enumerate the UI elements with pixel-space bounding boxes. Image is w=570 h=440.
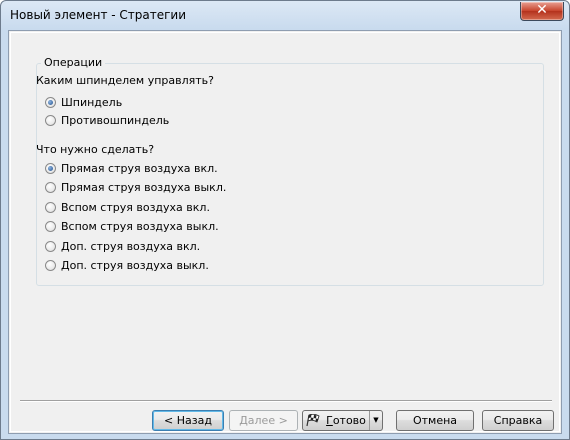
radio-direct-air-off[interactable]: Прямая струя воздуха выкл. [45, 179, 226, 195]
cancel-button[interactable]: Отмена [396, 410, 474, 431]
button-divider [20, 400, 552, 402]
radio-aux-air-on[interactable]: Вспом струя воздуха вкл. [45, 199, 210, 215]
action-question-label: Что нужно сделать? [36, 143, 155, 156]
close-button[interactable]: ✕ [520, 2, 564, 21]
spindle-question-label: Каким шпинделем управлять? [36, 74, 214, 87]
radio-label: Доп. струя воздуха выкл. [61, 258, 209, 272]
close-icon: ✕ [536, 2, 548, 18]
radio-circle [45, 240, 56, 252]
operations-group-title: Операции [41, 56, 106, 69]
content-frame: Операции Каким шпинделем управлять? Шпин… [10, 32, 560, 432]
checkered-flag-icon [306, 414, 320, 427]
radio-circle [45, 201, 56, 213]
radio-label: Вспом струя воздуха вкл. [61, 200, 210, 214]
window-title: Новый элемент - Стратегии [10, 8, 187, 22]
back-button[interactable]: < Назад [152, 410, 224, 431]
finish-dropdown-arrow-icon[interactable]: ▼ [369, 411, 382, 430]
next-button[interactable]: Далее > [229, 410, 298, 431]
radio-aux-air-off[interactable]: Вспом струя воздуха выкл. [45, 218, 219, 234]
radio-counter-spindle[interactable]: Противошпиндель [45, 112, 169, 128]
radio-circle [45, 96, 56, 108]
radio-circle [45, 162, 56, 174]
title-bar[interactable]: Новый элемент - Стратегии ✕ [1, 1, 569, 30]
radio-label: Прямая струя воздуха выкл. [61, 180, 227, 194]
finish-label: Готово [326, 414, 366, 427]
radio-label: Доп. струя воздуха вкл. [61, 239, 201, 253]
radio-circle [45, 259, 56, 271]
radio-direct-air-on[interactable]: Прямая струя воздуха вкл. [45, 160, 218, 176]
radio-spindle[interactable]: Шпиндель [45, 94, 122, 110]
finish-split-button[interactable]: Готово ▼ [302, 410, 383, 431]
radio-circle [45, 181, 56, 193]
dialog-window: Новый элемент - Стратегии ✕ Операции Как… [0, 0, 570, 440]
finish-button[interactable]: Готово [303, 411, 369, 430]
radio-extra-air-off[interactable]: Доп. струя воздуха выкл. [45, 257, 209, 273]
radio-circle [45, 220, 56, 232]
radio-circle [45, 114, 56, 126]
radio-extra-air-on[interactable]: Доп. струя воздуха вкл. [45, 238, 200, 254]
radio-label: Противошпиндель [61, 113, 170, 127]
radio-label: Прямая струя воздуха вкл. [61, 161, 218, 175]
radio-label: Вспом струя воздуха выкл. [61, 219, 219, 233]
radio-label: Шпиндель [61, 95, 123, 109]
help-button[interactable]: Справка [482, 410, 554, 431]
dialog-client-area: Операции Каким шпинделем управлять? Шпин… [8, 30, 562, 434]
